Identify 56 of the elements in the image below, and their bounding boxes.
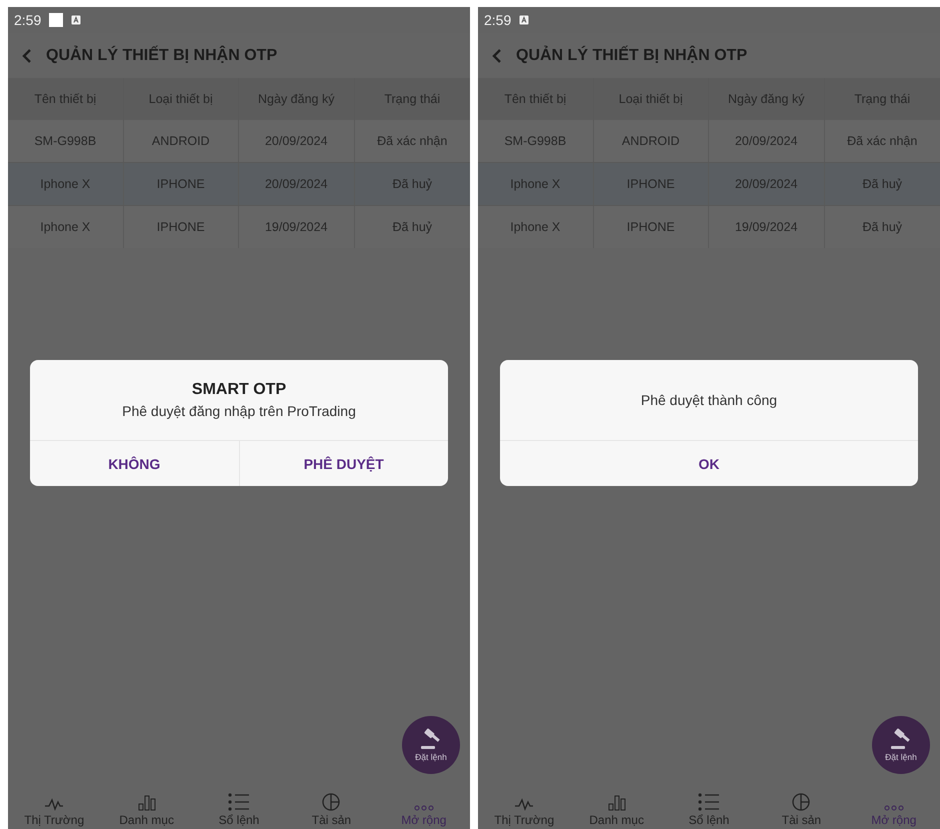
bar-chart-icon	[608, 795, 626, 811]
nav-item[interactable]: Thị Trường	[8, 789, 100, 827]
table-cell: IPHONE	[594, 163, 709, 205]
status-app-icon	[71, 15, 82, 25]
pie-chart-icon	[322, 793, 340, 811]
dialog-message: Phê duyệt đăng nhập trên ProTrading	[122, 403, 356, 419]
dialog-message: Phê duyệt thành công	[640, 392, 778, 408]
table-cell-text: Đã xác nhận	[846, 133, 918, 150]
table-row[interactable]: Iphone X IPHONE 20/09/2024 Đã huỷ	[478, 162, 940, 206]
table-cell: 19/09/2024	[709, 206, 824, 248]
more-icon	[884, 805, 904, 811]
list-icon	[698, 793, 720, 811]
table-cell-text: Đã huỷ	[391, 176, 434, 193]
table-cell: Iphone X	[8, 206, 124, 248]
nav-item[interactable]: Danh mục	[100, 789, 193, 827]
table-cell: 20/09/2024	[239, 163, 354, 205]
dialog-button[interactable]: KHÔNG	[30, 441, 240, 486]
table-cell: 19/09/2024	[239, 206, 354, 248]
status-time: 2:59	[484, 12, 512, 28]
more-icon	[414, 805, 434, 811]
table-cell-text: Đã huỷ	[861, 176, 904, 193]
screen-title: QUẢN LÝ THIẾT BỊ NHẬN OTP	[46, 46, 278, 64]
status-app-icon	[519, 15, 530, 25]
back-icon[interactable]	[22, 48, 32, 64]
table-cell: Iphone X	[8, 163, 124, 205]
table-cell-text: Đã xác nhận	[376, 133, 448, 150]
table-cell: IPHONE	[124, 163, 239, 205]
table-cell: IPHONE	[124, 206, 239, 248]
bar-chart-icon	[138, 795, 156, 811]
nav-item[interactable]: Mở rộng	[848, 789, 940, 827]
table-cell: Iphone X	[478, 206, 594, 248]
back-icon[interactable]	[492, 48, 502, 64]
table-cell: Iphone X	[478, 163, 594, 205]
dialog-button[interactable]: OK	[500, 441, 918, 486]
table-cell: 20/09/2024	[709, 163, 824, 205]
status-time: 2:59	[14, 12, 42, 28]
nav-item[interactable]: Tài sản	[755, 789, 848, 827]
pie-chart-icon	[792, 793, 810, 811]
table-cell: IPHONE	[594, 206, 709, 248]
nav-item[interactable]: Tài sản	[285, 789, 378, 827]
nav-item[interactable]: Sổ lệnh	[192, 789, 286, 827]
screen-title: QUẢN LÝ THIẾT BỊ NHẬN OTP	[516, 46, 748, 64]
nav-item[interactable]: Sổ lệnh	[662, 789, 756, 827]
pulse-icon	[514, 797, 534, 811]
list-icon	[228, 793, 250, 811]
dialog-title: SMART OTP	[192, 381, 286, 399]
nav-item[interactable]: Danh mục	[570, 789, 663, 827]
table-cell-text: Đã huỷ	[391, 219, 434, 236]
place-order-button[interactable]: Đặt lệnh	[872, 716, 930, 774]
dialog-button[interactable]: PHÊ DUYỆT	[240, 441, 448, 486]
table-cell-text: Đã huỷ	[861, 219, 904, 236]
nav-item[interactable]: Thị Trường	[478, 789, 570, 827]
place-order-button[interactable]: Đặt lệnh	[402, 716, 460, 774]
pulse-icon	[44, 797, 64, 811]
table-row[interactable]: Iphone X IPHONE 20/09/2024 Đã huỷ	[8, 162, 470, 206]
nav-item[interactable]: Mở rộng	[378, 789, 470, 827]
